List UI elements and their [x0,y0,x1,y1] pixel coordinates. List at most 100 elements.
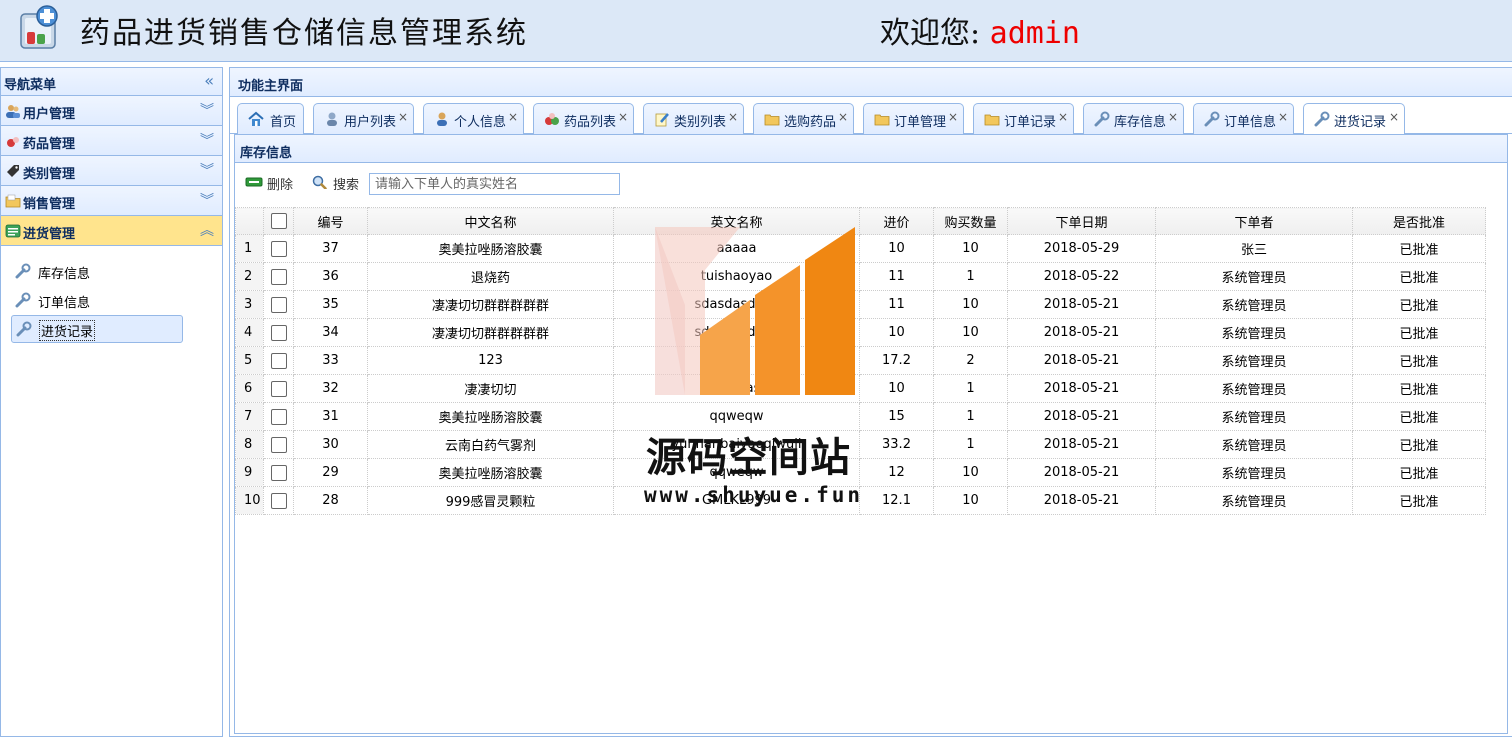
row-checkbox[interactable] [270,380,287,397]
collapse-left-icon[interactable]: « [204,71,214,90]
table-cell: sdasdasdasd [613,318,860,347]
navigation-panel: 导航菜单 « 用户管理 ︾ 药品管理 ︾ 类别管理 ︾ 销售管理 ︾ 进货管理 … [0,67,223,737]
row-select-cell [263,290,294,319]
row-checkbox[interactable] [270,464,287,481]
column-header[interactable]: 购买数量 [933,207,1008,235]
delete-button[interactable]: 删除 [245,173,297,193]
table-row[interactable]: 6 32 凄凄切切 qqqqas 10 1 2018-05-21 系统管理员 已批准 [235,374,1486,403]
tab-close-icon[interactable]: × [1168,110,1178,124]
pills-icon [545,113,559,125]
row-checkbox[interactable] [270,268,287,285]
tab-close-icon[interactable]: × [1058,110,1068,124]
tab-close-icon[interactable]: × [398,110,408,124]
tab-label: 进货记录 [1334,115,1387,130]
table-cell: 32 [293,374,368,403]
tab-close-icon[interactable]: × [1389,110,1399,124]
accordion-purchase-management[interactable]: 进货管理 ︽ [1,216,222,246]
tab-close-icon[interactable]: × [508,110,518,124]
tab-close-icon[interactable]: × [948,110,958,124]
column-header[interactable]: 英文名称 [613,207,860,235]
select-all-cell [263,207,294,235]
table-row[interactable]: 9 29 奥美拉唑肠溶胶囊 qqweqw 12 10 2018-05-21 系统管理员 已批准 [235,458,1486,487]
tab-order-records[interactable]: 订单记录 × [973,103,1074,134]
table-row[interactable]: 1 37 奥美拉唑肠溶胶囊 aaaaa 10 10 2018-05-29 张三 已批准 [235,234,1486,263]
table-cell: 退烧药 [367,262,614,291]
table-cell: 1 [933,430,1008,459]
row-checkbox[interactable] [270,324,287,341]
row-number: 7 [235,402,264,431]
tab-order-management[interactable]: 订单管理 × [863,103,964,134]
table-cell: 系统管理员 [1155,374,1353,403]
tab-close-icon[interactable]: × [728,110,738,124]
chevron-down-icon[interactable]: ︾ [200,160,214,180]
submenu-item-order-info[interactable]: 订单信息 [11,287,183,315]
remove-icon [245,177,263,187]
tab-home[interactable]: 首页 [237,103,304,134]
row-number: 5 [235,346,264,375]
accordion-sales-management[interactable]: 销售管理 ︾ [1,186,222,216]
table-cell: 2 [933,346,1008,375]
row-checkbox[interactable] [270,436,287,453]
table-row[interactable]: 8 30 云南白药气雾剂 yunnanbaiyaoqiwuji 33.2 1 2018-05… [235,430,1486,459]
row-checkbox[interactable] [270,352,287,369]
tab-category-list[interactable]: 类别列表 × [643,103,744,134]
tab-label: 首页 [270,115,297,130]
accordion-category-management[interactable]: 类别管理 ︾ [1,156,222,186]
table-row[interactable]: 10 28 999感冒灵颗粒 GMLKL999 12.1 10 2018-05-21 系统管理… [235,486,1486,515]
row-select-cell [263,262,294,291]
folder-icon [984,114,1000,126]
table-row[interactable]: 4 34 凄凄切切群群群群群 sdasdasdasd 10 10 2018-05-21 系统管… [235,318,1486,347]
table-row[interactable]: 7 31 奥美拉唑肠溶胶囊 qqweqw 15 1 2018-05-21 系统管理员 已批准 [235,402,1486,431]
column-header[interactable]: 是否批准 [1352,207,1486,235]
column-header[interactable]: 下单者 [1155,207,1353,235]
tab-close-icon[interactable]: × [618,110,628,124]
column-header[interactable]: 编号 [293,207,368,235]
table-cell: 10 [933,458,1008,487]
tab-drug-list[interactable]: 药品列表 × [533,103,634,134]
submenu-item-inventory[interactable]: 库存信息 [11,258,183,286]
chevron-down-icon[interactable]: ︾ [200,100,214,120]
tab-purchase-records[interactable]: 进货记录 × [1303,103,1405,135]
accordion-user-management[interactable]: 用户管理 ︾ [1,96,222,126]
column-header[interactable]: 下单日期 [1007,207,1156,235]
person-icon [437,112,447,126]
folder-icon [764,114,780,126]
submenu-item-purchase-record[interactable]: 进货记录 [11,315,183,343]
table-row[interactable]: 5 33 123 123 17.2 2 2018-05-21 系统管理员 已批准 [235,346,1486,375]
column-header[interactable]: 中文名称 [367,207,614,235]
table-cell: yunnanbaiyaoqiwuji [613,430,860,459]
inventory-grid-panel: 库存信息 删除 搜索 编号 中文名称 [234,134,1508,734]
tab-inventory-info[interactable]: 库存信息 × [1083,103,1184,134]
accordion-drug-management[interactable]: 药品管理 ︾ [1,126,222,156]
column-header[interactable]: 进价 [859,207,934,235]
table-row[interactable]: 2 36 退烧药 tuishaoyao 11 1 2018-05-22 系统管理员 已批准 [235,262,1486,291]
tab-user-list[interactable]: 用户列表 × [313,103,414,134]
select-all-checkbox[interactable] [270,213,287,229]
tab-order-info[interactable]: 订单信息 × [1193,103,1294,134]
table-cell: 28 [293,486,368,515]
table-cell: sdasdasdasd [613,290,860,319]
row-select-cell [263,234,294,263]
table-cell: 12 [859,458,934,487]
tab-personal-info[interactable]: 个人信息 × [423,103,524,134]
row-checkbox[interactable] [270,296,287,313]
tab-close-icon[interactable]: × [838,110,848,124]
chevron-down-icon[interactable]: ︾ [200,130,214,150]
table-cell: 10 [933,290,1008,319]
tab-label: 类别列表 [674,115,727,130]
table-row[interactable]: 3 35 凄凄切切群群群群群 sdasdasdasd 11 10 2018-05-21 系统管… [235,290,1486,319]
row-checkbox[interactable] [270,240,287,257]
tab-close-icon[interactable]: × [1278,110,1288,124]
tab-select-drugs[interactable]: 选购药品 × [753,103,854,134]
search-button[interactable]: 搜索 [311,173,363,193]
accordion-label: 药品管理 [23,137,76,152]
table-cell: 10 [933,486,1008,515]
main-panel-title: 功能主界面 [238,79,304,94]
table-cell: 1 [933,262,1008,291]
table-body: 1 37 奥美拉唑肠溶胶囊 aaaaa 10 10 2018-05-29 张三 已批准 2 36 退烧… [235,234,1486,515]
search-input[interactable] [369,173,620,195]
chevron-down-icon[interactable]: ︾ [200,190,214,210]
chevron-up-icon[interactable]: ︽ [200,220,214,240]
row-checkbox[interactable] [270,408,287,425]
row-checkbox[interactable] [270,492,287,509]
